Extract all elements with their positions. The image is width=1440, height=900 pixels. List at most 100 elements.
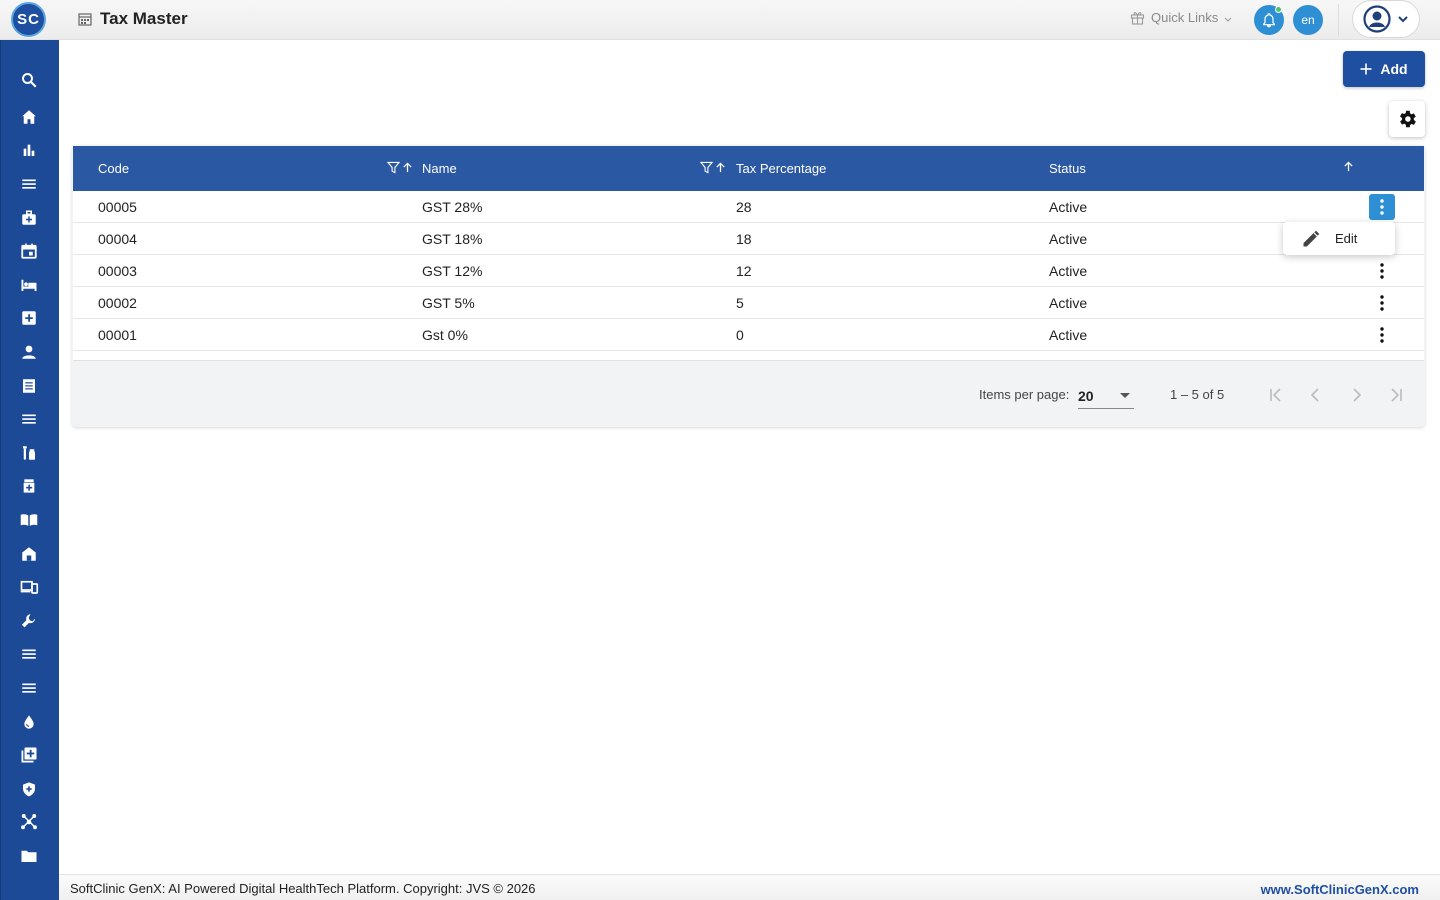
table-row[interactable]: 00003 GST 12% 12 Active [73, 255, 1424, 287]
table-row[interactable]: 00005 GST 28% 28 Active [73, 191, 1424, 223]
cell-code: 00004 [98, 231, 137, 247]
sidebar-item-medical-bag[interactable] [17, 206, 41, 230]
quick-links-label: Quick Links [1151, 10, 1219, 25]
notifications-button[interactable] [1254, 5, 1284, 35]
sidebar-item-menu-3[interactable] [17, 642, 41, 666]
sidebar-item-insurance[interactable] [17, 777, 41, 801]
sort-arrow-up-icon[interactable] [402, 162, 413, 173]
header-divider [1338, 4, 1339, 36]
cell-name: Gst 0% [422, 327, 468, 343]
sidebar-item-add-library[interactable] [17, 743, 41, 767]
code-column-controls[interactable] [387, 161, 413, 174]
items-per-page-select[interactable]: 20 [1078, 383, 1134, 409]
profile-menu-button[interactable] [1352, 0, 1420, 38]
items-per-page-value: 20 [1078, 387, 1094, 404]
sidebar-item-reports[interactable] [17, 138, 41, 162]
book-icon [20, 514, 38, 526]
cell-name: GST 18% [422, 231, 483, 247]
cell-status: Active [1049, 327, 1088, 343]
table-row[interactable]: 00002 GST 5% 5 Active [73, 287, 1424, 319]
app-logo[interactable]: SC [11, 2, 46, 37]
table-row[interactable]: 00004 GST 18% 18 Active [73, 223, 1424, 255]
add-library-icon [21, 747, 37, 763]
sidebar-item-add-record[interactable] [17, 306, 41, 330]
sort-arrow-up-icon[interactable] [715, 162, 726, 173]
calendar-icon [21, 243, 37, 259]
sidebar-item-patient[interactable] [17, 340, 41, 364]
devices-icon [20, 580, 39, 594]
column-header-status[interactable]: Status [1049, 161, 1086, 176]
sidebar-item-devices[interactable] [17, 575, 41, 599]
row-actions-menu-edit[interactable]: Edit [1283, 222, 1395, 255]
sidebar-item-maintenance[interactable] [17, 609, 41, 633]
table-header: Code Name Tax Percentage Status [73, 146, 1424, 191]
previous-page-button[interactable] [1304, 383, 1328, 407]
lab-tubes-icon [23, 446, 35, 460]
chevron-down-icon [1224, 17, 1232, 22]
sidebar-item-home[interactable] [17, 105, 41, 129]
page-range-label: 1 – 5 of 5 [1170, 387, 1225, 402]
menu-icon [22, 179, 36, 189]
last-page-button[interactable] [1384, 383, 1408, 407]
filter-icon[interactable] [700, 161, 713, 174]
row-actions-button[interactable] [1369, 194, 1395, 220]
table-settings-button[interactable] [1389, 101, 1425, 137]
notification-dot [1275, 6, 1282, 13]
first-page-button[interactable] [1264, 383, 1288, 407]
table-row[interactable]: 00001 Gst 0% 0 Active [73, 319, 1424, 351]
column-header-tax-percentage[interactable]: Tax Percentage [736, 161, 826, 176]
bar-chart-icon [23, 144, 35, 156]
shield-icon [23, 782, 35, 797]
sidebar-item-lab[interactable] [17, 441, 41, 465]
sidebar-item-blood-bank[interactable] [17, 710, 41, 734]
pencil-icon [1303, 230, 1320, 246]
sidebar-item-menu-4[interactable] [17, 676, 41, 700]
column-header-name[interactable]: Name [422, 161, 457, 176]
column-header-code[interactable]: Code [98, 161, 129, 176]
next-page-button[interactable] [1344, 383, 1368, 407]
more-vertical-icon [1380, 263, 1384, 279]
row-actions-button[interactable] [1369, 258, 1395, 284]
sidebar-item-documents[interactable] [17, 844, 41, 868]
sidebar-item-menu-2[interactable] [17, 407, 41, 431]
dropdown-arrow-icon [1120, 392, 1130, 398]
sidebar-item-search[interactable] [17, 68, 41, 92]
add-button[interactable]: Add [1343, 51, 1425, 87]
menu-icon [22, 414, 36, 424]
menu-icon [22, 649, 36, 659]
row-actions-button[interactable] [1369, 322, 1395, 348]
edit-menu-label: Edit [1335, 231, 1358, 246]
medicine-bottle-icon [23, 479, 35, 493]
sidebar [0, 40, 59, 900]
sidebar-item-calendar[interactable] [17, 239, 41, 263]
sidebar-item-pharmacy[interactable] [17, 474, 41, 498]
quick-links-button[interactable]: Quick Links [1130, 10, 1232, 25]
row-actions-button[interactable] [1369, 290, 1395, 316]
folder-icon [21, 850, 37, 862]
sidebar-item-bed[interactable] [17, 273, 41, 297]
sidebar-item-billing[interactable] [17, 374, 41, 398]
menu-icon [22, 683, 36, 693]
store-icon [22, 547, 36, 561]
page-header: Tax Master [78, 9, 188, 29]
bed-icon [21, 279, 37, 291]
cell-tax-percentage: 28 [736, 199, 752, 215]
footer-website-link[interactable]: www.SoftClinicGenX.com [1261, 882, 1419, 897]
cell-tax-percentage: 0 [736, 327, 744, 343]
table-spacer [73, 351, 1424, 361]
sidebar-item-store[interactable] [17, 542, 41, 566]
actions-column-controls[interactable] [1343, 161, 1354, 172]
name-column-controls[interactable] [700, 161, 726, 174]
data-table-card: Code Name Tax Percentage Status 00005 GS… [72, 145, 1425, 427]
gear-icon [1400, 110, 1416, 128]
network-icon [21, 814, 37, 830]
sidebar-item-library[interactable] [17, 508, 41, 532]
filter-icon[interactable] [387, 161, 400, 174]
cell-tax-percentage: 5 [736, 295, 744, 311]
sort-arrow-up-icon[interactable] [1343, 161, 1354, 172]
sidebar-item-menu-1[interactable] [17, 172, 41, 196]
cell-code: 00005 [98, 199, 137, 215]
sidebar-item-network[interactable] [17, 810, 41, 834]
cell-code: 00002 [98, 295, 137, 311]
language-button[interactable]: en [1293, 5, 1323, 35]
